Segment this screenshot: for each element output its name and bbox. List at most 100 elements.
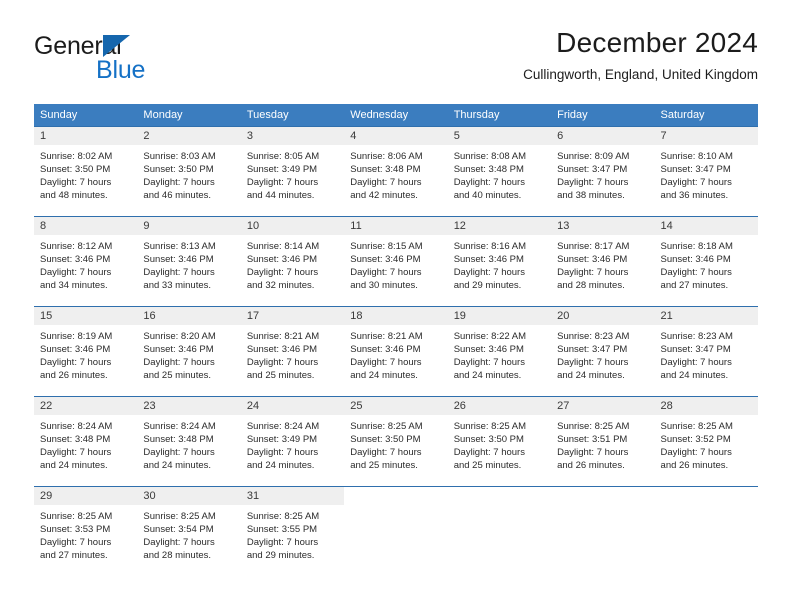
sunset-text: Sunset: 3:47 PM: [557, 344, 628, 356]
day-cell[interactable]: 18 Sunrise: 8:21 AM Sunset: 3:46 PM Dayligh…: [344, 306, 448, 397]
daylight-text-line1: Daylight: 7 hours: [143, 537, 215, 549]
day-cell[interactable]: 2 Sunrise: 8:03 AM Sunset: 3:50 PM Daylight…: [137, 126, 241, 217]
sunrise-text: Sunrise: 8:21 AM: [246, 331, 320, 342]
title-block: December 2024 Cullingworth, England, Uni…: [523, 26, 758, 83]
sunrise-sunset-calendar-table: Sunday Monday Tuesday Wednesday Thursday Frid…: [34, 104, 758, 577]
daylight-text-line2: and 36 minutes.: [660, 190, 729, 202]
calendar-week-row: 22 Sunrise: 8:24 AM Sunset: 3:48 PM Dayligh…: [34, 396, 758, 487]
day-cell[interactable]: 12 Sunrise: 8:16 AM Sunset: 3:46 PM Dayligh…: [447, 216, 552, 307]
weekday-header-row: Sunday Monday Tuesday Wednesday Thursday Frid…: [34, 104, 758, 127]
sunset-text: Sunset: 3:53 PM: [40, 524, 111, 536]
day-cell[interactable]: 13 Sunrise: 8:17 AM Sunset: 3:46 PM Dayligh…: [551, 216, 655, 307]
sunrise-text: Sunrise: 8:25 AM: [246, 511, 320, 522]
sunrise-text: Sunrise: 8:15 AM: [350, 241, 423, 252]
day-number: 12: [447, 217, 552, 235]
daylight-text-line1: Daylight: 7 hours: [660, 447, 732, 459]
sunset-text: Sunset: 3:46 PM: [246, 344, 318, 356]
weekday-header-sunday: Sunday: [34, 104, 138, 127]
daylight-text-line1: Daylight: 7 hours: [143, 177, 215, 189]
day-cell[interactable]: 4 Sunrise: 8:06 AM Sunset: 3:48 PM Daylight…: [344, 126, 448, 217]
weekday-header-tuesday: Tuesday: [240, 104, 345, 127]
blue-triangle-icon: [103, 35, 130, 57]
daylight-text-line1: Daylight: 7 hours: [557, 447, 629, 459]
day-number: 13: [551, 217, 655, 235]
daylight-text-line1: Daylight: 7 hours: [246, 357, 319, 369]
day-cell[interactable]: 31 Sunrise: 8:25 AM Sunset: 3:55 PM Dayligh…: [240, 486, 345, 577]
sunset-text: Sunset: 3:50 PM: [40, 164, 111, 176]
daylight-text-line2: and 24 minutes.: [246, 460, 315, 472]
sunrise-text: Sunrise: 8:21 AM: [350, 331, 423, 342]
day-cell[interactable]: 25 Sunrise: 8:25 AM Sunset: 3:50 PM Dayligh…: [344, 396, 448, 487]
day-cell[interactable]: 9 Sunrise: 8:13 AM Sunset: 3:46 PM Daylight…: [137, 216, 241, 307]
daylight-text-line1: Daylight: 7 hours: [246, 447, 319, 459]
day-cell[interactable]: 20 Sunrise: 8:23 AM Sunset: 3:47 PM Dayligh…: [551, 306, 655, 397]
sunset-text: Sunset: 3:48 PM: [350, 164, 421, 176]
day-cell[interactable]: 22 Sunrise: 8:24 AM Sunset: 3:48 PM Dayligh…: [34, 396, 138, 487]
sunset-text: Sunset: 3:50 PM: [143, 164, 214, 176]
daylight-text-line2: and 28 minutes.: [557, 280, 625, 292]
day-cell[interactable]: 23 Sunrise: 8:24 AM Sunset: 3:48 PM Dayligh…: [137, 396, 241, 487]
day-cell[interactable]: 11 Sunrise: 8:15 AM Sunset: 3:46 PM Dayligh…: [344, 216, 448, 307]
sunset-text: Sunset: 3:54 PM: [143, 524, 214, 536]
day-cell[interactable]: 7 Sunrise: 8:10 AM Sunset: 3:47 PM Daylight…: [654, 126, 758, 217]
calendar-page: General Blue December 2024 Cullingworth,…: [0, 0, 792, 612]
day-cell[interactable]: 16 Sunrise: 8:20 AM Sunset: 3:46 PM Dayligh…: [137, 306, 241, 397]
day-cell[interactable]: 29 Sunrise: 8:25 AM Sunset: 3:53 PM Dayligh…: [34, 486, 138, 577]
day-details: Sunrise: 8:24 AM Sunset: 3:48 PM Daylight:…: [137, 415, 240, 472]
sunrise-text: Sunrise: 8:19 AM: [40, 331, 113, 342]
day-number: 18: [344, 307, 448, 325]
day-cell[interactable]: 14 Sunrise: 8:18 AM Sunset: 3:46 PM Dayligh…: [654, 216, 758, 307]
day-cell[interactable]: 1 Sunrise: 8:02 AM Sunset: 3:50 PM Daylight…: [34, 126, 138, 217]
day-cell[interactable]: 17 Sunrise: 8:21 AM Sunset: 3:46 PM Dayligh…: [240, 306, 345, 397]
logo-word-blue: Blue: [96, 56, 146, 84]
daylight-text-line1: Daylight: 7 hours: [660, 267, 732, 279]
sunset-text: Sunset: 3:46 PM: [143, 254, 214, 266]
day-cell[interactable]: 24 Sunrise: 8:24 AM Sunset: 3:49 PM Dayligh…: [240, 396, 345, 487]
daylight-text-line1: Daylight: 7 hours: [660, 357, 732, 369]
sunrise-text: Sunrise: 8:24 AM: [40, 421, 113, 432]
sunrise-text: Sunrise: 8:03 AM: [143, 151, 216, 162]
day-cell-empty: [551, 486, 655, 577]
day-cell[interactable]: 8 Sunrise: 8:12 AM Sunset: 3:46 PM Daylight…: [34, 216, 138, 307]
day-number: 29: [34, 487, 138, 505]
daylight-text-line2: and 40 minutes.: [453, 190, 522, 202]
page-header: General Blue December 2024 Cullingworth,…: [34, 26, 758, 98]
sunset-text: Sunset: 3:48 PM: [453, 164, 524, 176]
day-cell[interactable]: 10 Sunrise: 8:14 AM Sunset: 3:46 PM Dayligh…: [240, 216, 345, 307]
sunset-text: Sunset: 3:48 PM: [40, 434, 111, 446]
day-cell[interactable]: 6 Sunrise: 8:09 AM Sunset: 3:47 PM Daylight…: [551, 126, 655, 217]
daylight-text-line2: and 26 minutes.: [557, 460, 625, 472]
weekday-header-wednesday: Wednesday: [344, 104, 448, 127]
day-cell[interactable]: 5 Sunrise: 8:08 AM Sunset: 3:48 PM Daylight…: [447, 126, 552, 217]
generalblue-logo[interactable]: General Blue: [34, 32, 234, 90]
day-cell[interactable]: 28 Sunrise: 8:25 AM Sunset: 3:52 PM Dayligh…: [654, 396, 758, 487]
sunrise-text: Sunrise: 8:25 AM: [350, 421, 423, 432]
day-cell[interactable]: 19 Sunrise: 8:22 AM Sunset: 3:46 PM Dayligh…: [447, 306, 552, 397]
day-number: [344, 487, 448, 505]
day-number: 20: [551, 307, 655, 325]
day-cell[interactable]: 30 Sunrise: 8:25 AM Sunset: 3:54 PM Dayligh…: [137, 486, 241, 577]
day-number: 7: [654, 127, 758, 145]
day-cell[interactable]: 15 Sunrise: 8:19 AM Sunset: 3:46 PM Dayligh…: [34, 306, 138, 397]
sunset-text: Sunset: 3:47 PM: [660, 164, 731, 176]
day-cell[interactable]: 21 Sunrise: 8:23 AM Sunset: 3:47 PM Dayligh…: [654, 306, 758, 397]
daylight-text-line2: and 44 minutes.: [246, 190, 315, 202]
day-details: Sunrise: 8:17 AM Sunset: 3:46 PM Daylight:…: [551, 235, 654, 292]
daylight-text-line2: and 38 minutes.: [557, 190, 625, 202]
daylight-text-line2: and 29 minutes.: [246, 550, 315, 562]
day-cell[interactable]: 27 Sunrise: 8:25 AM Sunset: 3:51 PM Dayligh…: [551, 396, 655, 487]
sunset-text: Sunset: 3:50 PM: [453, 434, 524, 446]
day-number: 21: [654, 307, 758, 325]
calendar-header-row: Sunday Monday Tuesday Wednesday Thursday Frid…: [34, 104, 758, 127]
day-details: Sunrise: 8:14 AM Sunset: 3:46 PM Daylight:…: [241, 235, 344, 292]
day-number: 22: [34, 397, 138, 415]
day-details: Sunrise: 8:24 AM Sunset: 3:48 PM Daylight:…: [34, 415, 137, 472]
daylight-text-line1: Daylight: 7 hours: [246, 177, 319, 189]
day-details: Sunrise: 8:19 AM Sunset: 3:46 PM Daylight:…: [34, 325, 137, 382]
daylight-text-line1: Daylight: 7 hours: [350, 357, 422, 369]
day-cell[interactable]: 26 Sunrise: 8:25 AM Sunset: 3:50 PM Dayligh…: [447, 396, 552, 487]
daylight-text-line1: Daylight: 7 hours: [453, 177, 525, 189]
sunrise-text: Sunrise: 8:23 AM: [660, 331, 733, 342]
day-cell[interactable]: 3 Sunrise: 8:05 AM Sunset: 3:49 PM Daylight…: [240, 126, 345, 217]
sunrise-text: Sunrise: 8:22 AM: [453, 331, 527, 342]
